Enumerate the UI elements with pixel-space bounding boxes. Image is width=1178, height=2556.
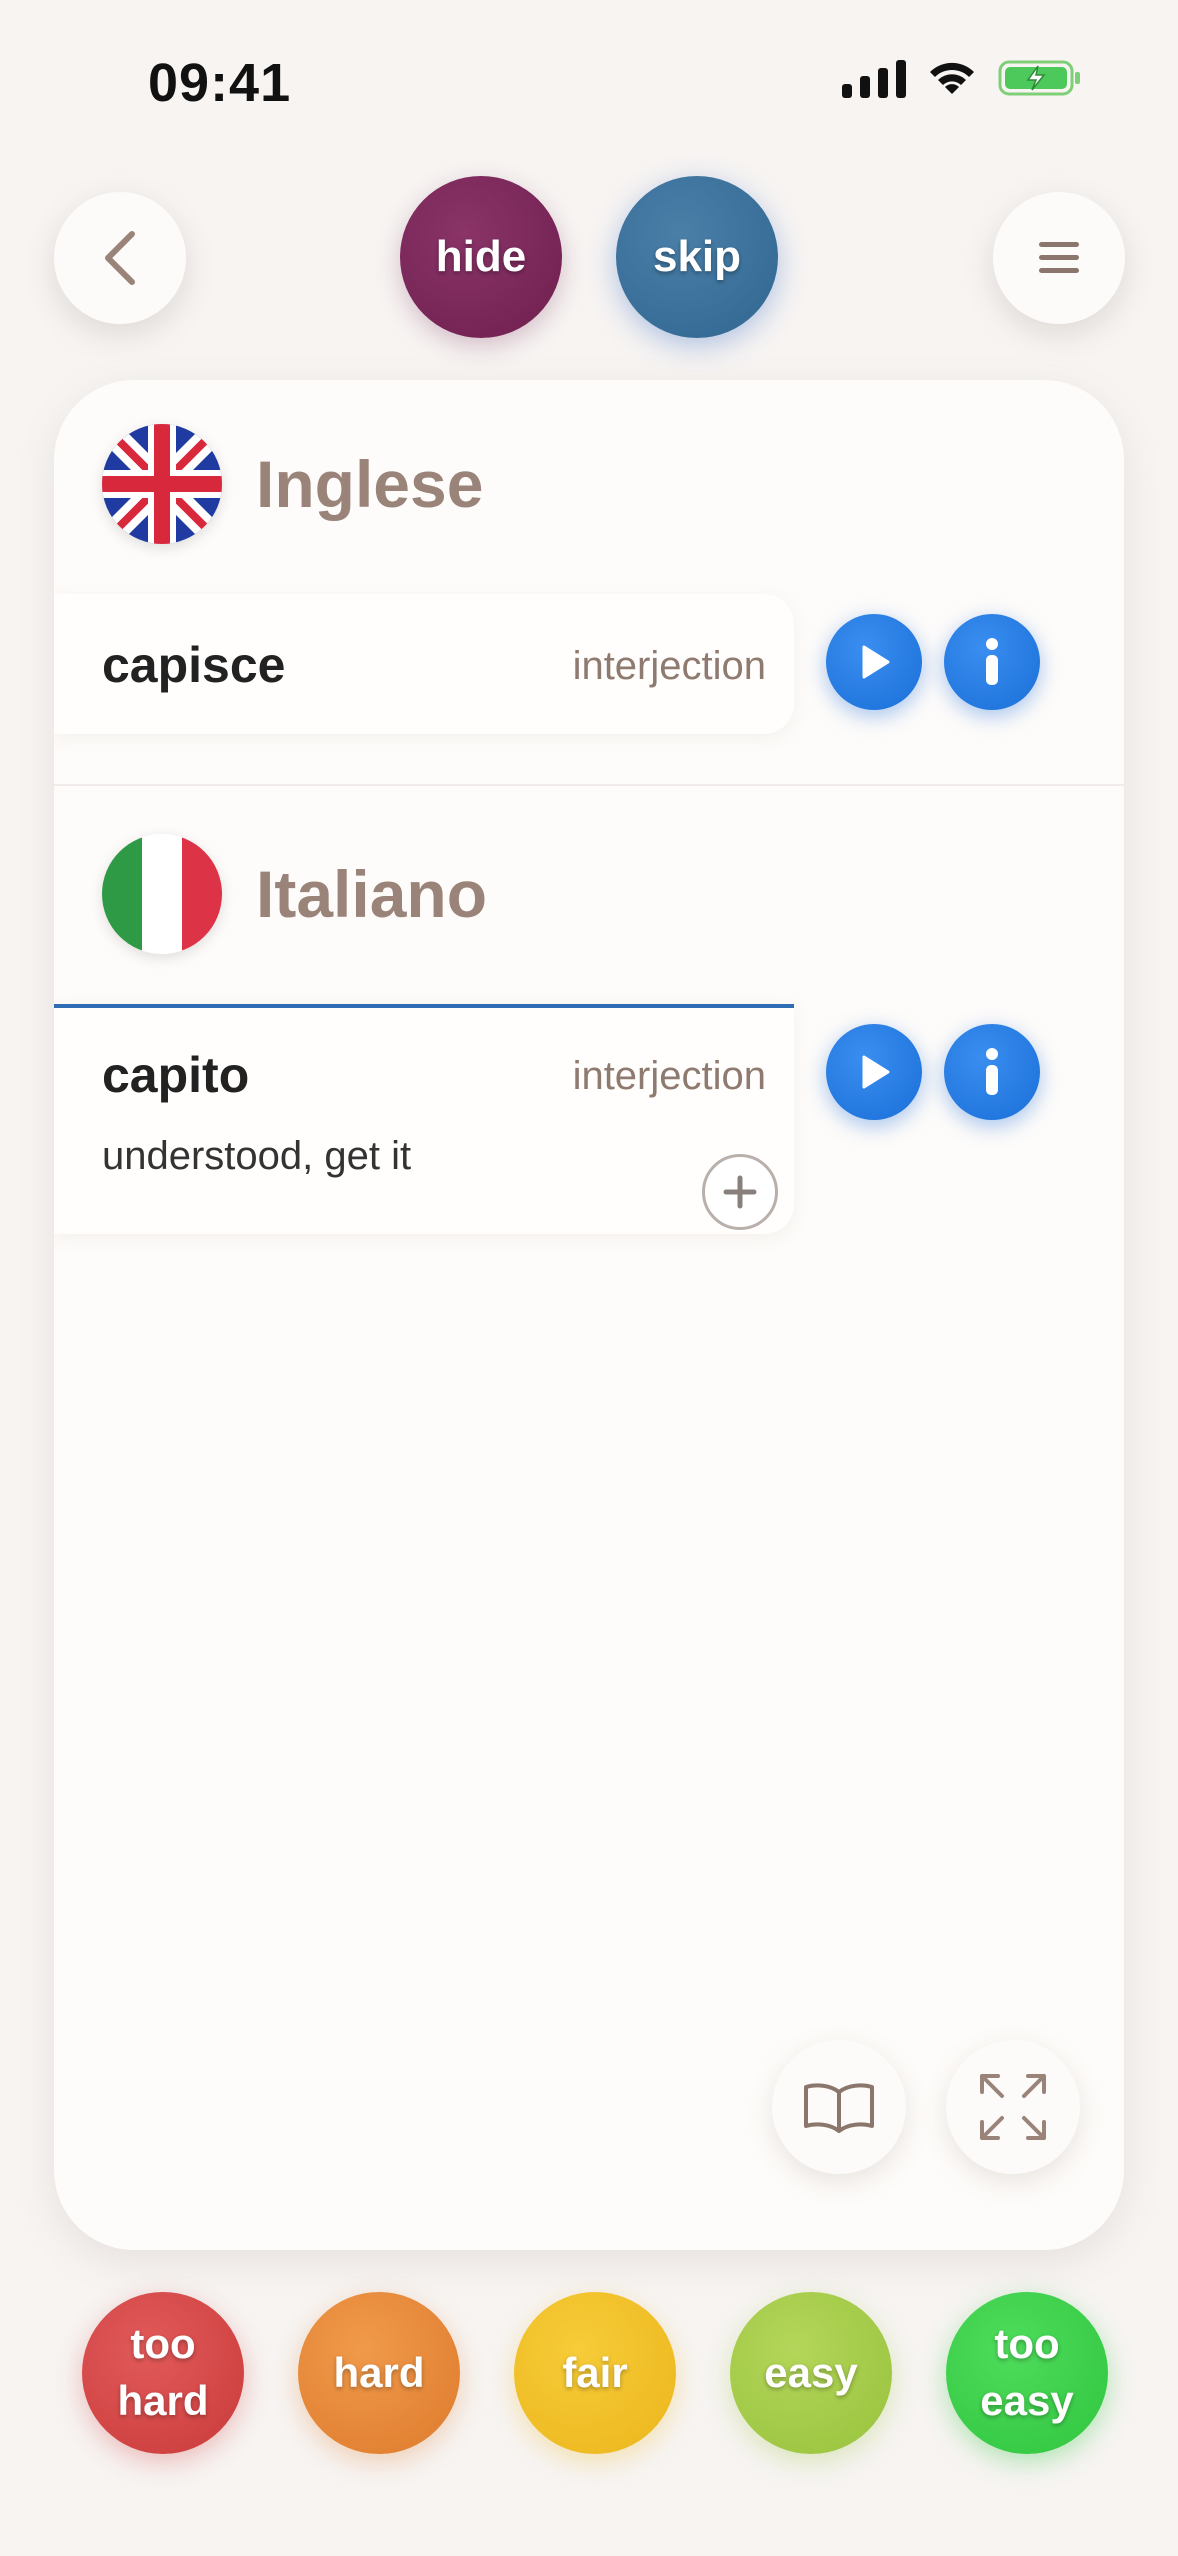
target-meaning: understood, get it	[102, 1134, 412, 1178]
rate-too-easy-line2: easy	[980, 2377, 1074, 2424]
uk-flag-icon	[102, 424, 222, 544]
menu-button[interactable]	[993, 192, 1125, 324]
play-target-button[interactable]	[826, 1024, 922, 1120]
battery-charging-icon	[998, 58, 1082, 98]
rate-too-hard-line1: too	[130, 2320, 196, 2368]
rate-too-easy-line1: too	[994, 2320, 1060, 2368]
back-button[interactable]	[54, 192, 186, 324]
play-icon	[862, 645, 890, 679]
rate-too-hard-line2: hard	[117, 2377, 209, 2424]
play-source-button[interactable]	[826, 614, 922, 710]
menu-icon	[1039, 242, 1079, 273]
wifi-icon	[926, 58, 978, 98]
target-language-header: Italiano	[102, 834, 487, 954]
plus-icon	[723, 1175, 757, 1209]
rate-hard-button[interactable]: hard	[298, 2292, 460, 2454]
dictionary-button[interactable]	[772, 2040, 906, 2174]
section-divider	[54, 784, 1124, 786]
rate-easy-button[interactable]: easy	[730, 2292, 892, 2454]
target-word-box: capito interjection understood, get it	[54, 1004, 794, 1234]
rate-too-easy-button[interactable]: too easy	[946, 2292, 1108, 2454]
flashcard: Inglese capisce interjection Italiano ca…	[54, 380, 1124, 2250]
source-language-name: Inglese	[256, 447, 484, 521]
expand-button[interactable]	[946, 2040, 1080, 2174]
source-part-of-speech: interjection	[572, 644, 766, 688]
source-word-box: capisce interjection	[54, 594, 794, 734]
play-icon	[862, 1055, 890, 1089]
info-icon	[986, 1048, 998, 1095]
back-chevron-icon	[105, 231, 135, 285]
status-icons	[842, 58, 1082, 98]
target-word: capito	[102, 1047, 250, 1103]
rate-fair-button[interactable]: fair	[514, 2292, 676, 2454]
source-language-header: Inglese	[102, 424, 483, 544]
book-icon	[804, 2083, 874, 2133]
signal-icon	[842, 58, 906, 98]
status-time: 09:41	[148, 53, 292, 113]
italy-flag-icon	[102, 834, 222, 954]
source-word: capisce	[102, 637, 286, 693]
info-target-button[interactable]	[944, 1024, 1040, 1120]
target-part-of-speech: interjection	[572, 1054, 766, 1098]
expand-icon	[980, 2074, 1046, 2140]
skip-button[interactable]: skip	[616, 176, 778, 338]
rate-too-hard-button[interactable]: too hard	[82, 2292, 244, 2454]
info-source-button[interactable]	[944, 614, 1040, 710]
info-icon	[986, 638, 998, 685]
add-button[interactable]	[702, 1154, 778, 1230]
target-language-name: Italiano	[256, 857, 488, 931]
hide-button[interactable]: hide	[400, 176, 562, 338]
